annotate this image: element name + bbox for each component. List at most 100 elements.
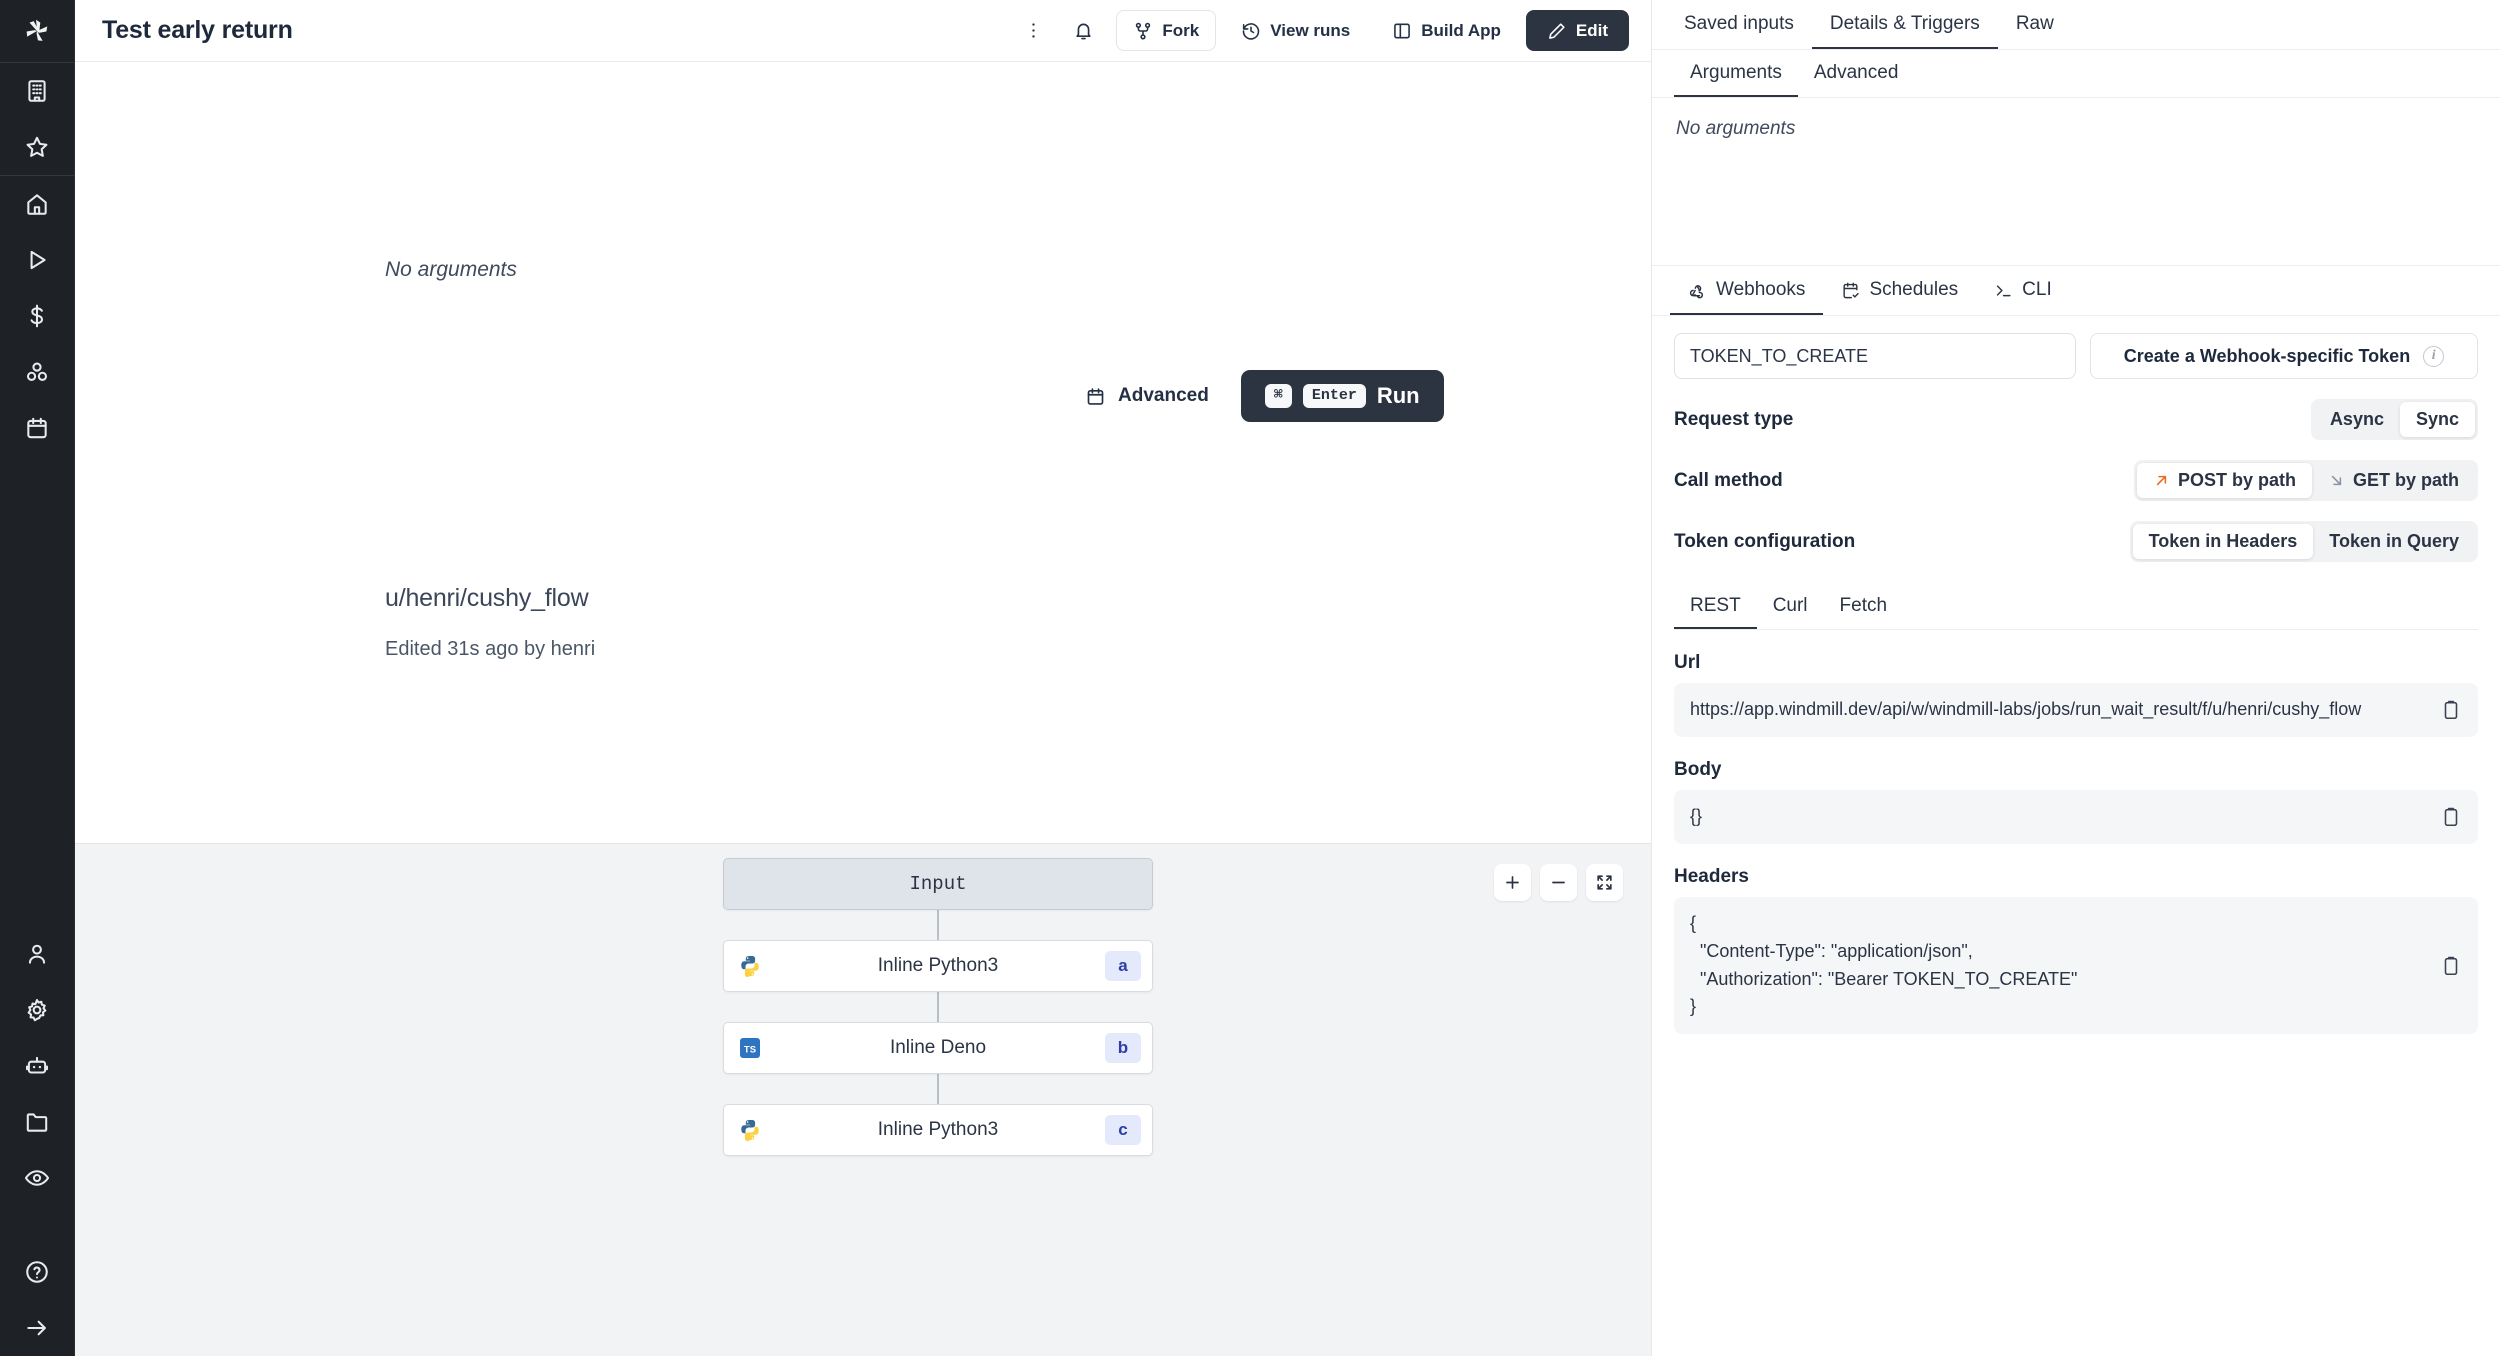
info-icon[interactable]: i [2423,345,2445,367]
copy-url-button[interactable] [2440,699,2462,721]
expand-icon [1597,875,1612,890]
flow-edited-meta: Edited 31s ago by henri [385,638,596,660]
token-in-headers[interactable]: Token in Headers [2132,524,2314,559]
flow-graph-canvas[interactable]: Input Inline Python3 a TS Inline Deno b … [75,843,1651,1356]
clipboard-icon [2444,956,2458,975]
sidebar-item-resources[interactable] [0,344,74,400]
copy-body-button[interactable] [2440,806,2462,828]
flow-node-badge: b [1105,1033,1141,1063]
flow-node-b[interactable]: TS Inline Deno b [723,1022,1153,1074]
sidebar-item-ai[interactable] [0,1038,74,1094]
request-type-sync[interactable]: Sync [2399,402,2475,437]
advanced-button[interactable]: Advanced [1075,379,1219,413]
calendar-check-icon [1843,282,1860,298]
zoom-out-button[interactable] [1540,864,1577,901]
token-input[interactable] [1674,333,2076,379]
sidebar-item-variables[interactable] [0,288,74,344]
sidebar-item-home[interactable] [0,176,74,232]
notifications-button[interactable] [1064,12,1102,50]
calendar-icon [27,417,47,439]
flow-zoom-controls [1494,864,1623,901]
more-options-button[interactable] [1014,12,1052,50]
robot-icon [26,1056,48,1074]
headers-value: { "Content-Type": "application/json", "A… [1690,912,2078,1017]
tab-details-triggers[interactable]: Details & Triggers [1811,0,1998,49]
sidebar-item-schedules[interactable] [0,400,74,456]
tab-raw[interactable]: Raw [1998,0,2072,49]
windmill-logo[interactable] [0,0,74,62]
call-method-post-label: POST by path [2177,470,2296,490]
tab-advanced[interactable]: Advanced [1798,50,1915,97]
headers-value-box: { "Content-Type": "application/json", "A… [1674,896,2478,1035]
app-root: Test early return Fork View runs Build A… [0,0,2500,1356]
arrow-right-icon [27,1320,46,1336]
call-method-get[interactable]: GET by path [2312,463,2475,498]
tab-saved-inputs[interactable]: Saved inputs [1666,0,1812,49]
tab-cli[interactable]: CLI [1976,266,2070,315]
flow-node-label: Inline Python3 [877,1119,999,1140]
sidebar-item-workspace[interactable] [0,63,74,119]
sidebar-item-audit-logs[interactable] [0,1150,74,1206]
sidebar-item-settings[interactable] [0,982,74,1038]
fork-button[interactable]: Fork [1116,10,1217,51]
bell-icon [1076,23,1091,40]
tab-arguments[interactable]: Arguments [1674,50,1798,97]
request-type-async[interactable]: Async [2314,402,2400,437]
flow-nodes: Input Inline Python3 a TS Inline Deno b … [723,858,1153,1156]
star-icon [26,136,48,157]
copy-headers-button[interactable] [2440,955,2462,977]
flow-node-input[interactable]: Input [723,858,1153,910]
run-controls: Advanced ⌘ Enter Run [1075,370,1444,422]
request-type-segmented: Async Sync [2310,399,2478,440]
fork-button-label: Fork [1162,20,1200,40]
sidebar-group-footer [0,1244,74,1356]
toolbar-actions: Fork View runs Build App Edit [1008,10,1651,51]
flow-connector [937,1074,939,1104]
sidebar-item-workers[interactable] [0,926,74,982]
run-label: Run [1376,383,1420,408]
call-method-post[interactable]: POST by path [2136,463,2312,498]
fit-view-button[interactable] [1586,864,1623,901]
view-runs-button[interactable]: View runs [1224,10,1367,51]
advanced-label: Advanced [1118,385,1209,406]
dollar-icon [30,304,44,328]
body-label: Body [1674,758,1722,780]
body-value-box: {} [1674,789,2478,844]
token-in-query[interactable]: Token in Query [2313,524,2475,559]
tab-webhooks[interactable]: Webhooks [1670,266,1824,315]
token-configuration-row: Token configuration Token in Headers Tok… [1674,521,2478,562]
sidebar-item-collapse[interactable] [0,1300,74,1356]
eye-icon [24,1170,50,1186]
cubes-icon [26,362,48,381]
flow-node-a[interactable]: Inline Python3 a [723,940,1153,992]
view-runs-label: View runs [1270,20,1351,40]
flow-detail-area: No arguments Advanced ⌘ Enter Run u/henr… [75,62,1651,843]
create-webhook-token-button[interactable]: Create a Webhook-specific Token i [2090,333,2478,379]
create-webhook-token-label: Create a Webhook-specific Token [2123,345,2411,366]
edit-button[interactable]: Edit [1525,10,1629,51]
pencil-icon [1549,22,1565,39]
sidebar-item-folders[interactable] [0,1094,74,1150]
sidebar-item-favorites[interactable] [0,119,74,175]
zoom-in-button[interactable] [1494,864,1531,901]
tab-fetch[interactable]: Fetch [1824,584,1904,629]
tab-curl[interactable]: Curl [1757,584,1824,629]
folder-icon [26,1113,48,1132]
tab-cli-label: CLI [2022,279,2052,300]
flow-node-label: Inline Python3 [877,955,999,976]
build-app-label: Build App [1421,20,1501,40]
flow-node-c[interactable]: Inline Python3 c [723,1104,1153,1156]
sidebar-item-help[interactable] [0,1244,74,1300]
tab-schedules[interactable]: Schedules [1823,266,1976,315]
sidebar-item-runs[interactable] [0,232,74,288]
tab-rest[interactable]: REST [1674,584,1757,629]
build-app-button[interactable]: Build App [1375,10,1518,51]
arrow-up-right-icon [2156,475,2167,486]
flow-node-label: Inline Deno [889,1037,987,1058]
token-configuration-label: Token configuration [1674,530,1856,552]
svg-text:TS: TS [744,1045,756,1056]
run-button[interactable]: ⌘ Enter Run [1240,370,1444,422]
sidebar-group-workspace [0,63,74,175]
flow-connector [937,992,939,1022]
webhook-icon [1689,284,1704,298]
